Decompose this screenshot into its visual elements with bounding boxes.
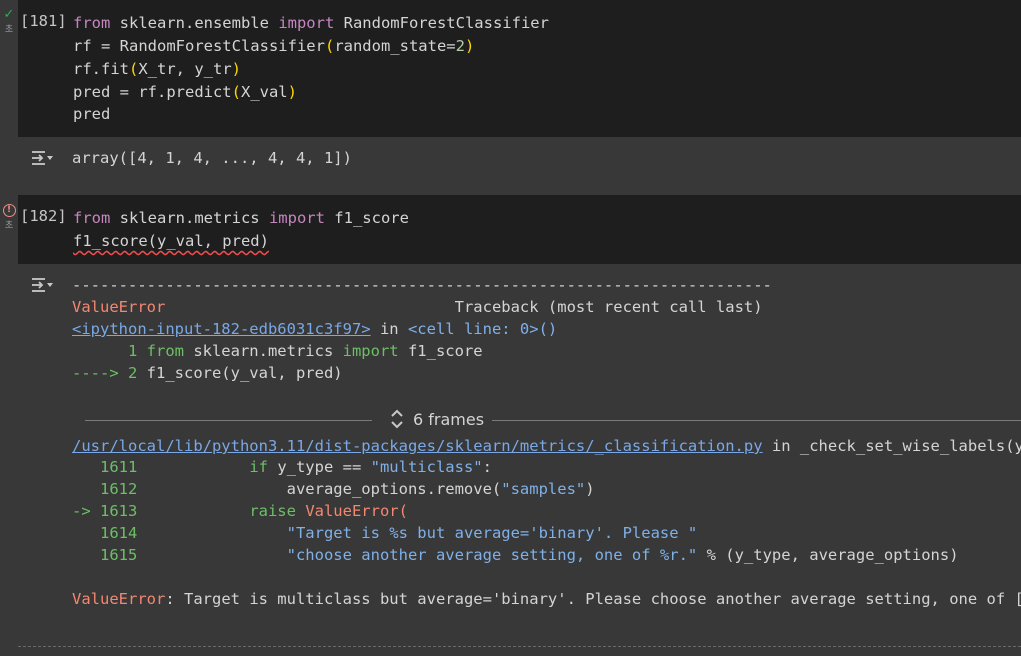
code-line-4: pred = rf.predict(X_val) [73, 83, 297, 101]
traceback-separator: ----------------------------------------… [72, 276, 772, 294]
code-line-5: pred [73, 105, 111, 123]
ipython-input-link[interactable]: <ipython-input-182-edb6031c3f97> [72, 320, 371, 338]
traceback-header: ValueError Traceback (most recent call l… [72, 298, 763, 316]
execution-count: [181] [20, 12, 67, 30]
execution-count: [182] [20, 207, 67, 225]
checkmark-icon: ✓ [3, 7, 15, 22]
cell-status-error: ! 초 [0, 204, 18, 231]
error-squiggle: f1_score(y_val, pred) [73, 232, 269, 250]
source-line-1612: 1612 average_options.remove("samples") [72, 480, 595, 498]
code-line-2: rf = RandomForestClassifier(random_state… [73, 37, 475, 55]
expand-icon [390, 407, 404, 434]
divider [492, 420, 1021, 421]
cell-output-text: array([4, 1, 4, ..., 4, 4, 1]) [72, 149, 352, 167]
traceback-code-line: 1 from sklearn.metrics import f1_score [72, 342, 483, 360]
error-message: ValueError: Target is multiclass but ave… [72, 590, 1021, 608]
collapsed-frames-toggle[interactable]: 6 frames [85, 409, 1021, 430]
cell-divider [18, 646, 1021, 647]
frames-label: 6 frames [413, 410, 485, 429]
code-line-1: from sklearn.ensemble import RandomFores… [73, 14, 549, 32]
output-toggle-icon[interactable] [30, 148, 54, 168]
source-line-1615: 1615 "choose another average setting, on… [72, 546, 959, 564]
code-line-2: f1_score(y_val, pred) [73, 230, 269, 252]
cell-status-success: ✓ 초 [0, 8, 18, 35]
output-toggle-icon[interactable] [30, 275, 54, 295]
source-line-1613: -> 1613 raise ValueError( [72, 502, 408, 520]
source-file-link[interactable]: /usr/local/lib/python3.11/dist-packages/… [72, 437, 763, 455]
error-icon: ! [2, 204, 16, 217]
traceback-input-line: <ipython-input-182-edb6031c3f97> in <cel… [72, 320, 558, 338]
traceback-code-line: ----> 2 f1_score(y_val, pred) [72, 364, 343, 382]
divider [85, 420, 372, 421]
cell-status-text: 초 [4, 221, 14, 231]
cell-status-text: 초 [4, 25, 14, 35]
source-line-1611: 1611 if y_type == "multiclass": [72, 458, 492, 476]
traceback-file-line: /usr/local/lib/python3.11/dist-packages/… [72, 437, 1021, 455]
code-line-1: from sklearn.metrics import f1_score [73, 209, 409, 227]
source-line-1614: 1614 "Target is %s but average='binary'.… [72, 524, 698, 542]
code-line-3: rf.fit(X_tr, y_tr) [73, 60, 242, 78]
